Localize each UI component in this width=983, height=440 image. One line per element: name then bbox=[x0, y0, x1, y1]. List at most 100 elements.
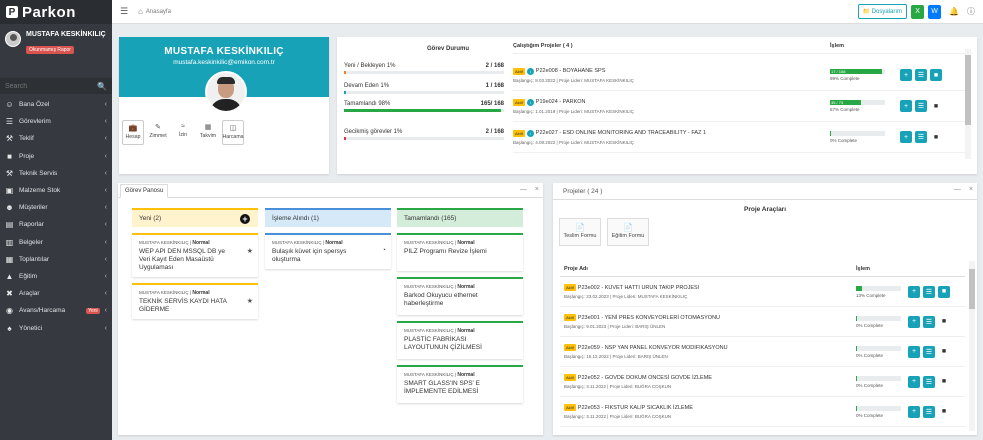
info-icon[interactable]: ⓘ bbox=[967, 6, 975, 17]
project-title[interactable]: P19e024 - PARKON bbox=[536, 99, 586, 105]
task-card[interactable]: MUSTAFA KESKİNKILIÇ | Normal PILZ Program… bbox=[397, 233, 523, 271]
list-icon[interactable]: ☰ bbox=[915, 69, 927, 81]
project-row[interactable]: Aktif P22e052 - GOVDE DOKUM ONCESİ GOVDE … bbox=[560, 367, 965, 397]
project-subtitle: Başlangıç: 15.12.2022 | Proje Lideri: BA… bbox=[564, 354, 668, 359]
search-input[interactable] bbox=[5, 82, 85, 90]
sidebar-item-0[interactable]: ☺ Bana Özel ‹ bbox=[0, 96, 112, 113]
add-task-icon[interactable]: + bbox=[240, 213, 250, 224]
add-icon[interactable]: + bbox=[908, 345, 920, 358]
list-icon[interactable]: ☰ bbox=[923, 405, 935, 418]
close-icon[interactable]: × bbox=[535, 186, 539, 193]
brand[interactable]: P Parkon bbox=[0, 0, 112, 24]
home-icon[interactable]: ⌂ bbox=[138, 7, 143, 16]
project-title[interactable]: P23e001 - YENİ PRES KONVEYORLERİ OTOMASY… bbox=[578, 315, 720, 321]
search-icon[interactable]: 🔍 bbox=[97, 82, 107, 91]
breadcrumb[interactable]: Anasayfa bbox=[146, 9, 171, 15]
file-icon[interactable]: ■ bbox=[938, 406, 950, 418]
sidebar-item-12[interactable]: ◉ Avans/Harcama Yeni ‹ bbox=[0, 302, 112, 319]
excel-icon[interactable]: X bbox=[911, 4, 925, 19]
sidebar-item-2[interactable]: ⚒ Teklif ‹ bbox=[0, 130, 112, 147]
close-icon[interactable]: × bbox=[969, 186, 973, 193]
run-icon[interactable]: ★ bbox=[247, 297, 253, 305]
sidebar-item-7[interactable]: ▤ Raporlar ‹ bbox=[0, 216, 112, 233]
task-meta: MUSTAFA KESKİNKILIÇ | Normal bbox=[404, 284, 475, 290]
leave-button[interactable]: ≈ İzin bbox=[172, 120, 194, 145]
sidebar-item-3[interactable]: ■ Proje ‹ bbox=[0, 148, 112, 165]
project-title[interactable]: P22e059 - NSP YAN PANEL KONVEYOR MODIFIK… bbox=[578, 345, 728, 351]
project-row[interactable]: Aktif i P22e008 - BOYAHANE SPS Başlangıç: 8… bbox=[513, 60, 968, 91]
list-icon[interactable]: ☰ bbox=[923, 315, 935, 328]
word-icon[interactable]: W bbox=[928, 4, 942, 19]
status-badge: Aktif bbox=[564, 344, 576, 351]
run-icon[interactable]: ★ bbox=[247, 247, 253, 255]
project-row[interactable]: Aktif P22e053 - FIKSTUR KALIP SICAKLIK İZ… bbox=[560, 397, 965, 427]
my-projects-scrollbar[interactable] bbox=[965, 49, 971, 159]
unread-report-badge[interactable]: Okunmamış Rapor bbox=[26, 46, 74, 54]
add-icon[interactable]: + bbox=[900, 69, 912, 81]
file-icon[interactable]: ■ bbox=[938, 346, 950, 358]
tab-task-board[interactable]: Görev Panosu bbox=[120, 184, 169, 198]
add-icon[interactable]: + bbox=[900, 100, 912, 112]
task-status-value: 1 / 168 bbox=[485, 83, 504, 89]
project-title[interactable]: P22e052 - GOVDE DOKUM ONCESİ GOVDE İZLEM… bbox=[578, 375, 712, 381]
sidebar-item-6[interactable]: ☻ Müşteriler ‹ bbox=[0, 199, 112, 216]
project-row[interactable]: Aktif i P22e027 - ESD ONLINE MONITORING AN… bbox=[513, 122, 968, 153]
account-button[interactable]: 💼 Hesap bbox=[122, 120, 144, 145]
hamburger-menu-icon[interactable]: ☰ bbox=[120, 6, 128, 17]
delivery-form-button[interactable]: 📄 Teslim Formu bbox=[559, 218, 601, 246]
sidebar-item-4[interactable]: ⚒ Teknik Servis ‹ bbox=[0, 165, 112, 182]
project-title[interactable]: P22e027 - ESD ONLINE MONITORING AND TRAC… bbox=[536, 130, 706, 136]
list-icon[interactable]: ☰ bbox=[923, 375, 935, 388]
project-row[interactable]: Aktif P23e001 - YENİ PRES KONVEYORLERİ OT… bbox=[560, 307, 965, 337]
sidebar-item-11[interactable]: ✖ Araçlar ‹ bbox=[0, 285, 112, 302]
task-card[interactable]: MUSTAFA KESKİNKILIÇ | Normal Barkod Okuyu… bbox=[397, 277, 523, 315]
project-row[interactable]: Aktif P22e059 - NSP YAN PANEL KONVEYOR MO… bbox=[560, 337, 965, 367]
add-icon[interactable]: + bbox=[900, 131, 912, 143]
project-row[interactable]: Aktif P23e002 - KUVET HATTI URUN TAKIP PR… bbox=[560, 277, 965, 307]
projects-scrollbar[interactable] bbox=[969, 261, 975, 431]
file-icon[interactable]: ■ bbox=[938, 376, 950, 388]
expense-button[interactable]: ◫ Harcama bbox=[222, 120, 244, 145]
add-icon[interactable]: + bbox=[908, 405, 920, 418]
add-icon[interactable]: + bbox=[908, 285, 920, 298]
minimize-icon[interactable]: — bbox=[520, 186, 527, 193]
profile-card: MUSTAFA KESKİNKILIÇ mustafa.keskinkilic@… bbox=[119, 37, 329, 174]
sidebar-item-13[interactable]: ♠ Yönetici ‹ bbox=[0, 319, 112, 336]
project-title[interactable]: P22e053 - FIKSTUR KALIP SICAKLIK İZLEME bbox=[578, 405, 693, 411]
minimize-icon[interactable]: — bbox=[954, 186, 961, 193]
user-panel[interactable]: MUSTAFA KESKİNKILIÇ Okunmamış Rapor bbox=[0, 24, 112, 63]
training-form-button[interactable]: 📄 Eğitim Formu bbox=[607, 218, 649, 246]
list-icon[interactable]: ☰ bbox=[923, 345, 935, 358]
progress-fill bbox=[856, 315, 857, 321]
task-card[interactable]: MUSTAFA KESKİNKILIÇ | Normal TEKNİK SERVİ… bbox=[132, 283, 258, 319]
file-icon[interactable]: ■ bbox=[938, 285, 950, 298]
project-row[interactable]: Aktif i P19e024 - PARKON Başlangıç: 1.01.20… bbox=[513, 91, 968, 122]
list-icon[interactable]: ☰ bbox=[923, 285, 935, 298]
sidebar-item-8[interactable]: ▥ Belgeler ‹ bbox=[0, 234, 112, 251]
project-title[interactable]: P22e008 - BOYAHANE SPS bbox=[536, 68, 606, 74]
list-icon[interactable]: ☰ bbox=[915, 100, 927, 112]
files-button[interactable]: 📁 Dosyalarım bbox=[857, 4, 908, 19]
sidebar-item-10[interactable]: ▲ Eğitim ‹ bbox=[0, 268, 112, 285]
status-badge: Aktif bbox=[564, 314, 576, 321]
task-card[interactable]: MUSTAFA KESKİNKILIÇ | Normal PLASTİC FABR… bbox=[397, 321, 523, 359]
add-icon[interactable]: + bbox=[908, 375, 920, 388]
sidebar-item-5[interactable]: ▣ Malzeme Stok ‹ bbox=[0, 182, 112, 199]
task-card[interactable]: MUSTAFA KESKİNKILIÇ | Normal SMART GLASS'… bbox=[397, 365, 523, 403]
progress-bar: 17 / 168 bbox=[830, 69, 885, 74]
assets-button[interactable]: ✎ Zimmet bbox=[147, 120, 169, 145]
calendar-button[interactable]: ▦ Takvim bbox=[197, 120, 219, 145]
project-title[interactable]: P23e002 - KUVET HATTI URUN TAKIP PROJESI bbox=[578, 285, 699, 291]
file-icon[interactable]: ■ bbox=[930, 69, 942, 81]
bell-icon[interactable]: 🔔 bbox=[949, 7, 959, 16]
sidebar-item-1[interactable]: ☰ Görevlerim ‹ bbox=[0, 113, 112, 130]
list-icon[interactable]: ☰ bbox=[915, 131, 927, 143]
add-icon[interactable]: + bbox=[908, 315, 920, 328]
sidebar-item-9[interactable]: ▦ Toplantılar ‹ bbox=[0, 251, 112, 268]
timer-icon[interactable]: ◔ bbox=[382, 247, 386, 254]
task-card[interactable]: MUSTAFA KESKİNKILIÇ | Normal Bulaşık küve… bbox=[265, 233, 391, 269]
file-icon[interactable]: ■ bbox=[930, 100, 942, 112]
file-icon[interactable]: ■ bbox=[938, 316, 950, 328]
task-card[interactable]: MUSTAFA KESKİNKILIÇ | Normal WEP API DEN … bbox=[132, 233, 258, 277]
file-icon[interactable]: ■ bbox=[930, 131, 942, 143]
